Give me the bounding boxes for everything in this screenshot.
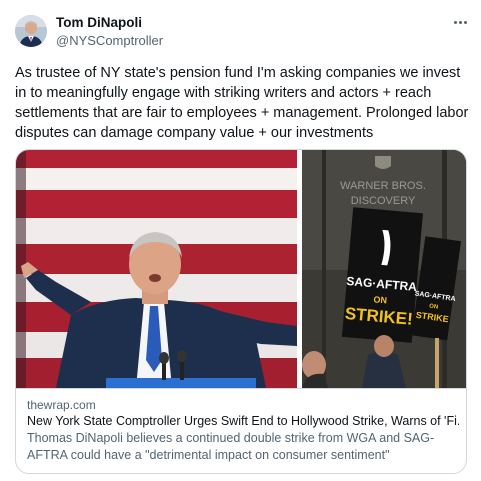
speaker-photo[interactable] bbox=[16, 150, 297, 388]
picket-sign-line2: ON bbox=[373, 294, 387, 305]
more-dot bbox=[463, 20, 467, 24]
author-handle[interactable]: @NYSComptroller bbox=[56, 33, 163, 48]
more-dot bbox=[453, 20, 457, 24]
link-card[interactable]: WARNER BROS. DISCOVERY SAG·AFTRA ON STRI… bbox=[15, 149, 467, 474]
avatar[interactable] bbox=[15, 15, 47, 47]
building-sign-line2: DISCOVERY bbox=[351, 195, 416, 207]
more-dot bbox=[458, 20, 462, 24]
card-media[interactable]: WARNER BROS. DISCOVERY SAG·AFTRA ON STRI… bbox=[16, 150, 466, 388]
tweet-text: As trustee of NY state's pension fund I'… bbox=[15, 65, 469, 141]
card-description: Thomas DiNapoli believes a continued dou… bbox=[27, 431, 435, 462]
card-domain: thewrap.com bbox=[27, 398, 96, 412]
more-horizontal-icon[interactable] bbox=[450, 14, 470, 30]
tweet: Tom DiNapoli @NYSComptroller As trustee … bbox=[0, 0, 481, 481]
card-meta[interactable]: thewrap.com New York State Comptroller U… bbox=[16, 388, 466, 473]
building-sign-line1: WARNER BROS. bbox=[340, 180, 426, 192]
picket-photo[interactable]: WARNER BROS. DISCOVERY SAG·AFTRA ON STRI… bbox=[302, 150, 466, 388]
card-title[interactable]: New York State Comptroller Urges Swift E… bbox=[27, 413, 459, 430]
picket-sign2-line2: ON bbox=[429, 304, 439, 311]
author-name[interactable]: Tom DiNapoli bbox=[56, 15, 142, 30]
